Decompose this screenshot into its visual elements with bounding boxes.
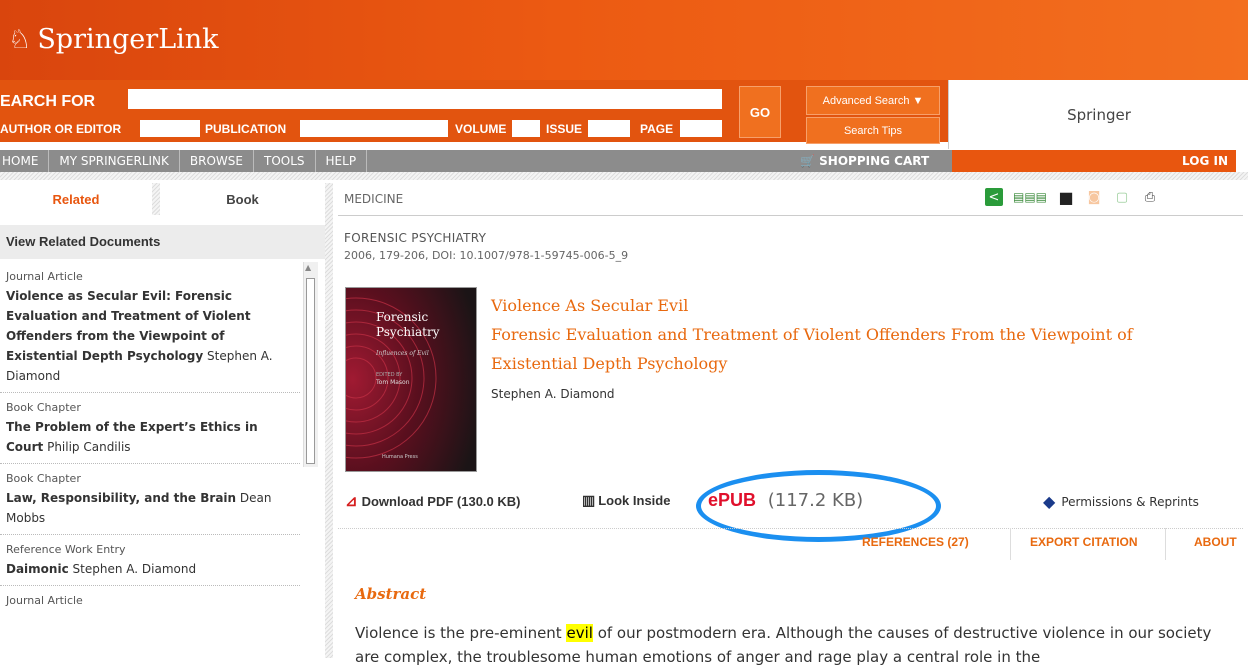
cover-editor-label: EDITED BY [376,372,403,378]
doc-type: Journal Article [6,594,83,607]
tab-references[interactable]: REFERENCES (27) [862,535,969,549]
tab-divider [1165,528,1166,560]
book-cover[interactable]: Forensic Psychiatry Influences of Evil E… [345,287,477,472]
print-icon[interactable]: ⎙ [1141,188,1159,206]
go-button[interactable]: GO [739,86,781,138]
nav-tools[interactable]: TOOLS [254,150,316,172]
pdf-icon: ⊿ [345,493,358,510]
horse-logo-icon: ♘ [8,24,32,55]
page-label: PAGE [640,122,674,136]
view-icon[interactable]: ▤▤▤ [1013,188,1047,206]
look-inside-link[interactable]: ▥ Look Inside [582,492,670,509]
search-input[interactable] [128,89,722,109]
book-icon: ▥ [582,492,596,508]
cover-title-line2: Psychiatry [376,325,440,339]
list-item[interactable]: Journal Article Violence as Secular Evil… [0,262,300,393]
tab-separator [152,183,160,215]
login-button[interactable]: LOG IN [952,150,1236,172]
cover-title-line1: Forensic [376,310,429,324]
look-inside-label: Look Inside [598,493,671,508]
page-input[interactable] [680,120,722,137]
doc-type: Reference Work Entry [6,543,126,556]
volume-input[interactable] [512,120,540,137]
abstract-text: Violence is the pre-eminent evil of our … [355,621,1235,669]
cover-publisher: Humana Press [382,454,418,460]
chapter-title-line1: Violence As Secular Evil [491,296,689,315]
permissions-icon: ◆ [1043,492,1056,511]
chapter-title-line3: Existential Depth Psychology [491,354,728,373]
list-item[interactable]: Reference Work Entry Daimonic Stephen A.… [0,535,300,586]
search-for-label: EARCH FOR [0,93,96,110]
tab-related[interactable]: Related [0,183,152,215]
permissions-link[interactable]: ◆ Permissions & Reprints [1043,492,1199,511]
add-icon[interactable]: ▢ [1113,188,1131,206]
nav-my-springerlink[interactable]: MY SPRINGERLINK [49,150,180,172]
column-divider [325,183,333,658]
abstract-heading: Abstract [355,585,427,603]
publication-label: PUBLICATION [205,122,287,136]
doc-type: Journal Article [6,270,83,283]
tab-book[interactable]: Book [160,183,325,215]
issue-input[interactable] [588,120,630,137]
tab-about[interactable]: ABOUT [1194,535,1237,549]
logo-text: SpringerLink [37,24,219,55]
search-tips-button[interactable]: Search Tips [806,117,940,144]
chapter-meta: 2006, 179-206, DOI: 10.1007/978-1-59745-… [344,249,629,262]
doc-type: Book Chapter [6,472,81,485]
cover-subtitle: Influences of Evil [376,350,429,357]
scroll-up-icon[interactable]: ▲ [305,263,311,272]
advanced-search-button[interactable]: Advanced Search ▼ [806,86,940,115]
breadcrumb[interactable]: MEDICINE [344,192,403,206]
toolbar: < ▤▤▤ ■ ◙ ▢ ⎙ [985,188,1159,207]
scrollbar-thumb[interactable] [306,278,315,464]
shopping-cart-link[interactable]: 🛒 SHOPPING CART [800,150,929,172]
doc-author: Stephen A. Diamond [72,562,197,576]
download-pdf-link[interactable]: ⊿ Download PDF (130.0 KB) [345,492,521,510]
issue-label: ISSUE [546,122,583,136]
related-documents-list: Journal Article Violence as Secular Evil… [0,262,300,658]
save-icon[interactable]: ■ [1057,188,1075,207]
related-documents-header: View Related Documents [0,225,325,259]
chapter-author[interactable]: Stephen A. Diamond [491,387,615,401]
nav-browse[interactable]: BROWSE [180,150,254,172]
nav-home[interactable]: HOME [0,150,50,172]
cart-icon: 🛒 [800,154,815,168]
share-icon[interactable]: < [985,188,1003,206]
tab-divider [1010,528,1011,560]
rss-icon[interactable]: ◙ [1085,188,1103,206]
abstract-text-start: Violence is the pre-eminent [355,624,567,642]
permissions-label: Permissions & Reprints [1061,494,1199,509]
cover-editor: Tom Mason [376,379,410,386]
volume-label: VOLUME [455,122,507,136]
tab-export-citation[interactable]: EXPORT CITATION [1030,535,1138,549]
search-highlight: evil [566,624,593,642]
hatch-divider [0,172,1248,180]
institution-box: Springer [948,80,1248,149]
doc-title[interactable]: Daimonic [6,562,69,576]
author-label: AUTHOR OR EDITOR [0,122,122,136]
list-item[interactable]: Book Chapter Law, Responsibility, and th… [0,464,300,535]
doc-type: Book Chapter [6,401,81,414]
doc-author: Philip Candilis [47,440,131,454]
nav-help[interactable]: HELP [316,150,368,172]
download-pdf-label: Download PDF (130.0 KB) [361,493,521,509]
springerlink-logo[interactable]: ♘ SpringerLink [8,24,219,55]
cart-label: SHOPPING CART [819,154,930,168]
chapter-title-line2: Forensic Evaluation and Treatment of Vio… [491,325,1133,344]
book-title[interactable]: FORENSIC PSYCHIATRY [344,231,486,245]
list-item[interactable]: Book Chapter The Problem of the Expert’s… [0,393,300,464]
chapter-title: Violence As Secular Evil Forensic Evalua… [491,291,1133,378]
publication-input[interactable] [300,120,448,137]
author-input[interactable] [140,120,200,137]
doc-title[interactable]: Law, Responsibility, and the Brain [6,491,236,505]
doc-title[interactable]: The Problem of the Expert’s Ethics in Co… [6,420,258,454]
list-item[interactable]: Journal Article [0,586,300,616]
